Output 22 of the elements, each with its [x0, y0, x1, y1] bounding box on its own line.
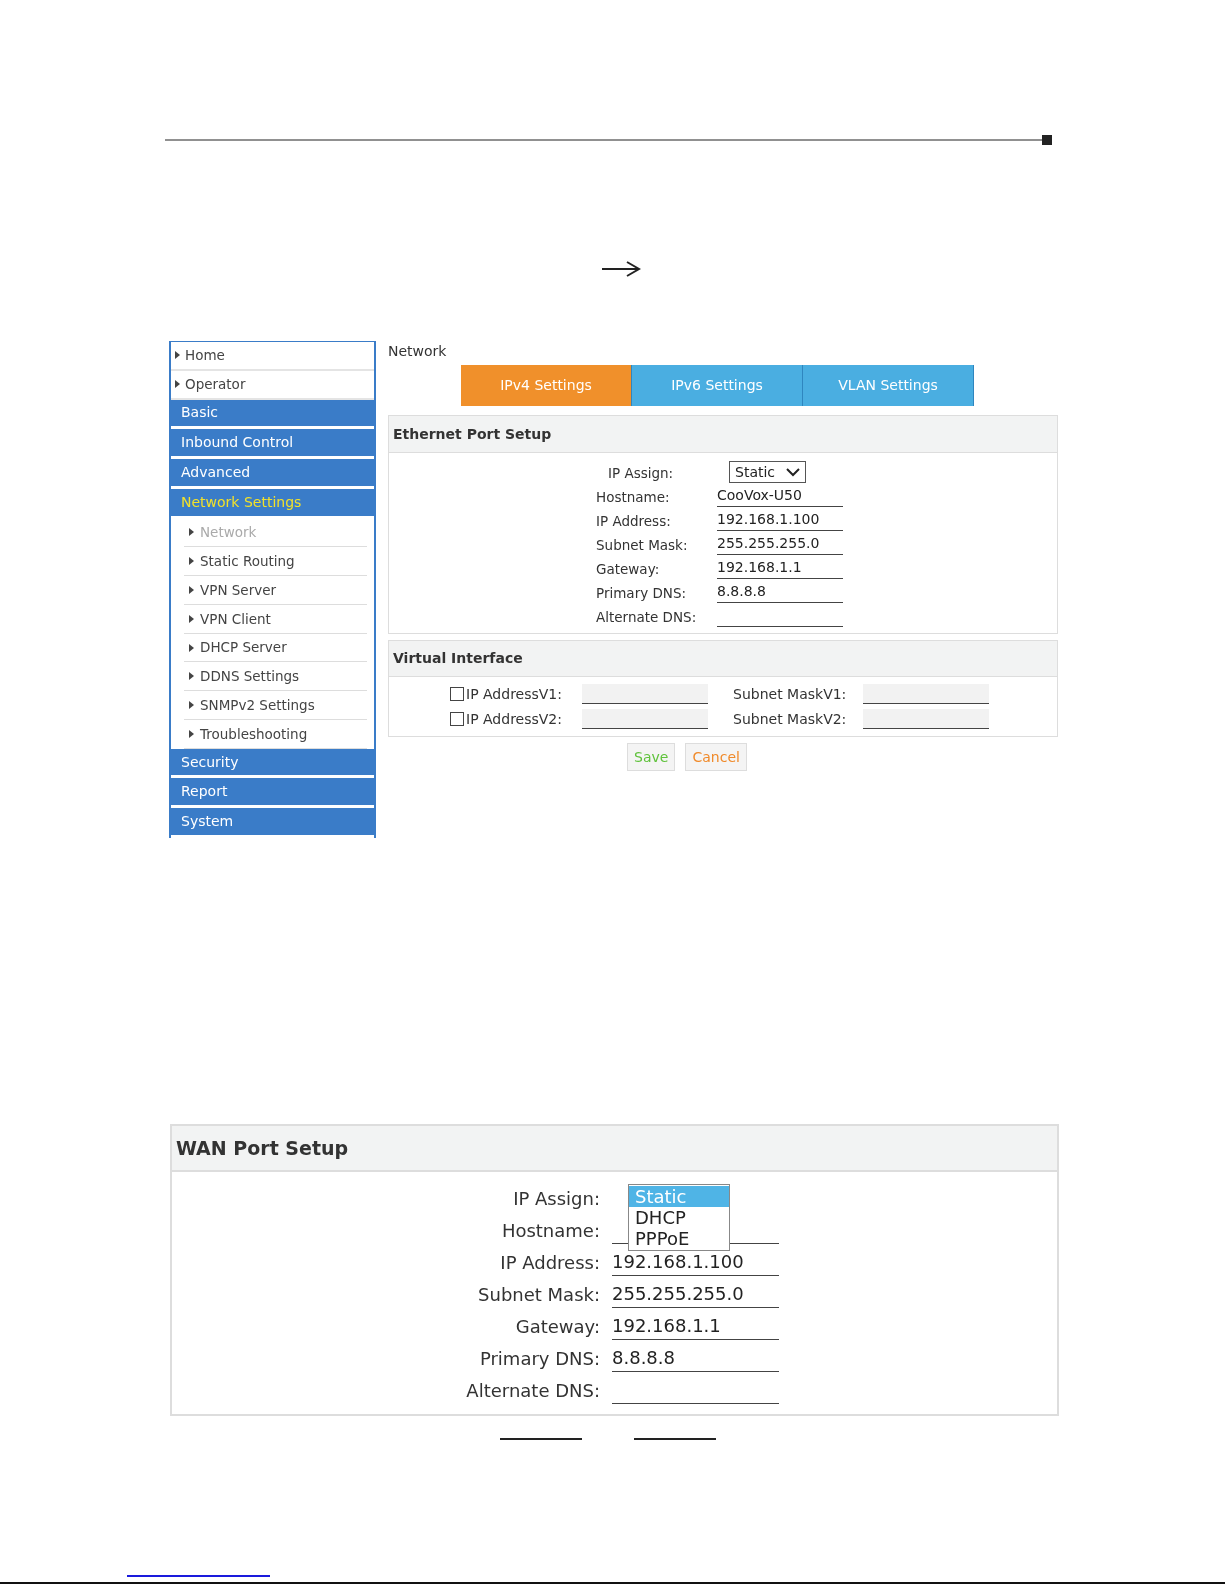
field-label: Subnet MaskV2: [733, 709, 848, 729]
field-label: Subnet Mask: [477, 1283, 601, 1307]
field-label: IP Assign: [512, 1187, 601, 1211]
field-label: Subnet Mask: [596, 535, 689, 555]
field-label: IP AddressV2: [466, 709, 563, 729]
section-title: WAN Port Setup [176, 1135, 349, 1161]
field-label: IP Address: [596, 511, 672, 531]
field-label: Alternate DNS: [596, 607, 698, 627]
breadcrumb: Network [388, 342, 448, 361]
field-label: IP Assign: [608, 463, 675, 483]
field-label: Alternate DNS: [465, 1379, 601, 1403]
section-title: Virtual Interface [393, 649, 523, 668]
field-label: Gateway: [596, 559, 661, 579]
field-label: Primary DNS: [478, 1347, 601, 1371]
field-label: Gateway: [514, 1315, 601, 1339]
field-label: Hostname: [596, 487, 671, 507]
field-label: Primary DNS: [596, 583, 688, 603]
field-label: Hostname: [500, 1219, 601, 1243]
field-label: Subnet MaskV1: [733, 684, 848, 704]
section-title: Ethernet Port Setup [393, 424, 552, 444]
field-label: IP AddressV1: [466, 684, 563, 704]
field-label: IP Address: [499, 1251, 601, 1275]
